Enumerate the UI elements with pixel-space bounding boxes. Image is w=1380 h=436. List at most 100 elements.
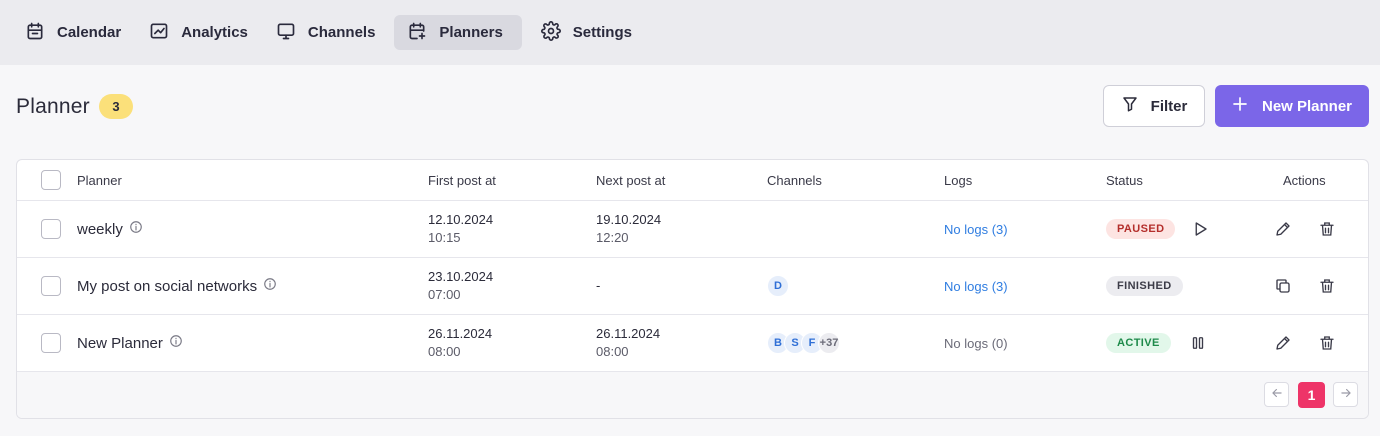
play-icon[interactable] — [1189, 218, 1211, 240]
logs-cell: No logs (3) — [944, 201, 1008, 257]
actions-cell — [1272, 201, 1338, 257]
arrow-right-icon — [1339, 386, 1353, 403]
col-logs: Logs — [944, 172, 973, 188]
top-nav: Calendar Analytics Channels Planners Set… — [0, 0, 1380, 65]
logs-link[interactable]: No logs (3) — [944, 279, 1008, 294]
planner-name-cell: New Planner — [77, 315, 183, 371]
actions-cell — [1272, 258, 1338, 314]
planner-name[interactable]: My post on social networks — [77, 278, 257, 295]
status-cell: FINISHED — [1106, 258, 1183, 314]
gear-icon — [540, 20, 561, 45]
info-icon[interactable] — [263, 277, 277, 295]
nav-label: Analytics — [181, 24, 248, 41]
next-page-button[interactable] — [1333, 382, 1358, 407]
col-actions: Actions — [1283, 172, 1326, 188]
first-post-cell: 12.10.2024 10:15 — [428, 201, 493, 257]
planner-name-cell: weekly — [77, 201, 143, 257]
status-badge: FINISHED — [1106, 276, 1183, 296]
prev-page-button[interactable] — [1264, 382, 1289, 407]
analytics-icon — [149, 21, 169, 45]
info-icon[interactable] — [129, 220, 143, 238]
channel-avatar[interactable]: D — [767, 275, 789, 297]
nav-channels[interactable]: Channels — [267, 15, 385, 50]
select-all-checkbox[interactable] — [41, 170, 61, 190]
new-planner-button[interactable]: New Planner — [1215, 85, 1369, 127]
planners-table: Planner First post at Next post at Chann… — [16, 159, 1369, 419]
status-badge: PAUSED — [1106, 219, 1176, 239]
trash-icon[interactable] — [1316, 275, 1338, 297]
row-checkbox[interactable] — [41, 219, 61, 239]
first-post-cell: 26.11.2024 08:00 — [428, 315, 492, 371]
edit-icon[interactable] — [1272, 218, 1294, 240]
row-select-cell — [41, 315, 61, 371]
status-cell: ACTIVE — [1106, 315, 1209, 371]
logs-text: No logs (0) — [944, 335, 1008, 351]
planner-name[interactable]: New Planner — [77, 335, 163, 352]
row-checkbox[interactable] — [41, 333, 61, 353]
arrow-left-icon — [1270, 386, 1284, 403]
monitor-icon — [276, 21, 296, 45]
calendar-plus-icon — [407, 21, 427, 45]
col-next-post: Next post at — [596, 172, 666, 188]
col-channels: Channels — [767, 172, 822, 188]
filter-button[interactable]: Filter — [1103, 85, 1205, 127]
first-post-time: 10:15 — [428, 230, 461, 245]
planner-name-cell: My post on social networks — [77, 258, 277, 314]
page-title: Planner — [16, 95, 90, 118]
next-post-time: 12:20 — [596, 230, 629, 245]
col-status: Status — [1106, 172, 1143, 188]
count-badge: 3 — [99, 94, 133, 119]
first-post-date: 12.10.2024 — [428, 212, 494, 227]
edit-icon[interactable] — [1272, 332, 1294, 354]
col-first-post: First post at — [428, 172, 496, 188]
table-row: weekly 12.10.2024 10:15 19.10.2024 12:20… — [17, 201, 1368, 258]
next-post-time: 08:00 — [596, 344, 629, 359]
nav-label: Settings — [572, 24, 632, 41]
logs-cell: No logs (0) — [944, 315, 1008, 371]
next-post-date: - — [596, 278, 601, 293]
filter-icon — [1121, 95, 1139, 117]
new-planner-label: New Planner — [1261, 97, 1353, 115]
table-header-row: Planner First post at Next post at Chann… — [17, 160, 1368, 201]
actions-cell — [1272, 315, 1338, 371]
nav-calendar[interactable]: Calendar — [16, 15, 130, 50]
status-cell: PAUSED — [1106, 201, 1211, 257]
trash-icon[interactable] — [1316, 218, 1338, 240]
next-post-cell: - — [596, 258, 600, 314]
copy-icon[interactable] — [1272, 275, 1294, 297]
logs-link[interactable]: No logs (3) — [944, 222, 1008, 237]
status-badge: ACTIVE — [1106, 333, 1171, 353]
first-post-date: 23.10.2024 — [428, 269, 494, 284]
nav-planners[interactable]: Planners — [394, 15, 522, 50]
nav-label: Calendar — [57, 24, 122, 41]
first-post-cell: 23.10.2024 07:00 — [428, 258, 493, 314]
page-header: Planner 3 Filter New Planner — [0, 65, 1380, 160]
table-row: New Planner 26.11.2024 08:00 26.11.2024 … — [17, 315, 1368, 372]
row-select-cell — [41, 258, 61, 314]
pagination: 1 — [17, 372, 1368, 418]
channels-more-avatar[interactable]: +37 — [818, 332, 840, 354]
filter-label: Filter — [1150, 97, 1188, 115]
channels-cell: D — [767, 258, 789, 314]
calendar-icon — [25, 21, 45, 45]
next-post-cell: 19.10.2024 12:20 — [596, 201, 661, 257]
nav-label: Channels — [307, 24, 376, 41]
table-row: My post on social networks 23.10.2024 07… — [17, 258, 1368, 315]
nav-analytics[interactable]: Analytics — [140, 15, 257, 50]
first-post-time: 08:00 — [428, 344, 461, 359]
page-button-current[interactable]: 1 — [1298, 382, 1325, 408]
row-select-cell — [41, 201, 61, 257]
planner-name[interactable]: weekly — [77, 221, 123, 238]
first-post-time: 07:00 — [428, 287, 461, 302]
nav-settings[interactable]: Settings — [532, 15, 641, 50]
trash-icon[interactable] — [1316, 332, 1338, 354]
col-planner: Planner — [77, 172, 122, 188]
channels-cell: B S F +37 — [767, 315, 840, 371]
select-all-cell — [41, 160, 61, 200]
info-icon[interactable] — [169, 334, 183, 352]
logs-cell: No logs (3) — [944, 258, 1008, 314]
plus-icon — [1232, 96, 1248, 116]
next-post-cell: 26.11.2024 08:00 — [596, 315, 660, 371]
row-checkbox[interactable] — [41, 276, 61, 296]
pause-icon[interactable] — [1187, 332, 1209, 354]
